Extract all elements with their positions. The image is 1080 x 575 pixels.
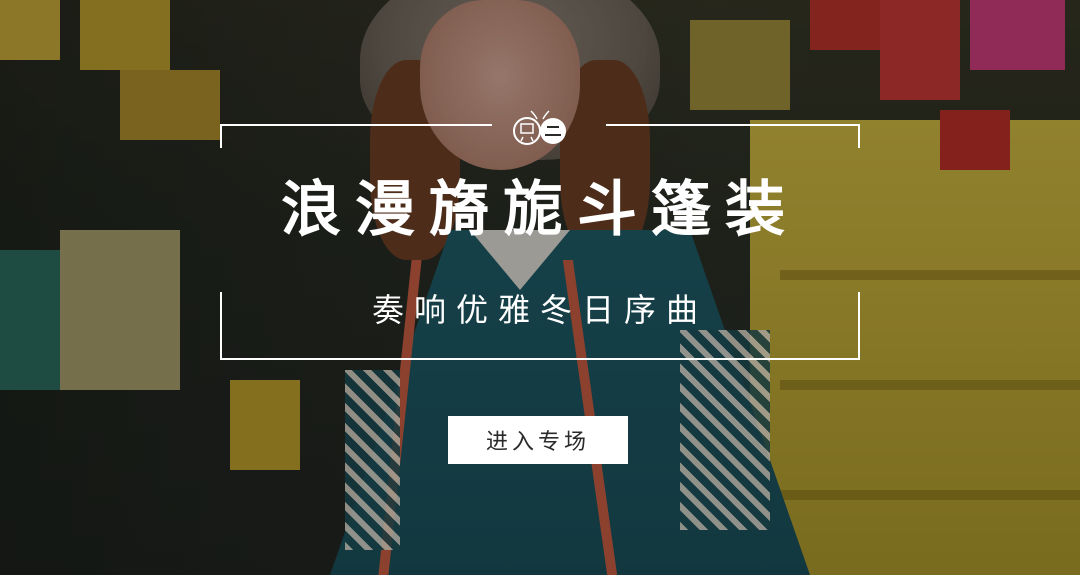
frame-top-right <box>606 124 860 126</box>
frame-top-left <box>220 124 492 126</box>
promo-banner[interactable]: 浪漫旖旎斗篷装 奏响优雅冬日序曲 进入专场 <box>0 0 1080 575</box>
enter-venue-button[interactable]: 进入专场 <box>448 416 628 464</box>
frame-left-top <box>220 124 222 148</box>
bee-logo-icon <box>507 105 573 149</box>
banner-subtitle: 奏响优雅冬日序曲 <box>371 291 708 329</box>
banner-title: 浪漫旖旎斗篷装 <box>281 175 799 245</box>
frame-right-top <box>858 124 860 148</box>
frame-bottom <box>220 358 860 360</box>
